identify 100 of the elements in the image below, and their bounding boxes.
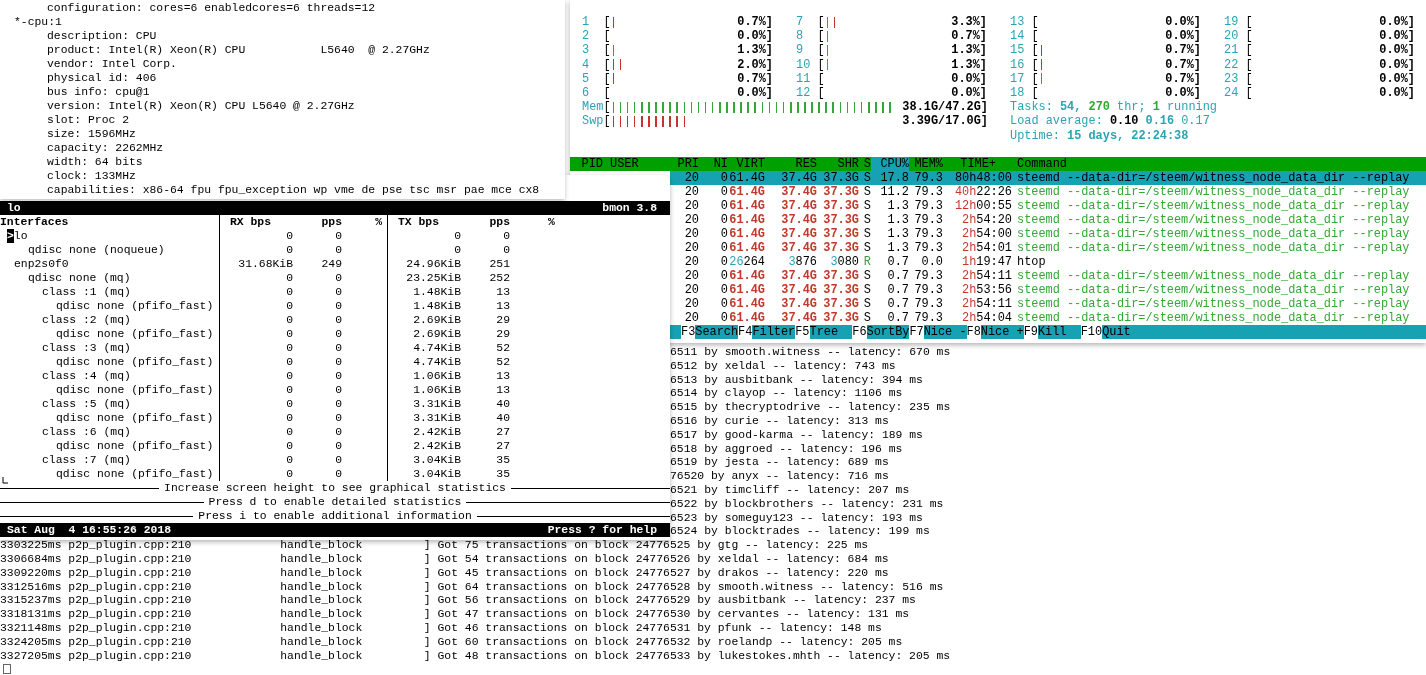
cpu-label: 6 [582, 85, 591, 101]
column-header[interactable]: S [859, 156, 871, 171]
function-key[interactable]: F8Nice + [966, 324, 1024, 339]
mem-cell-text: 79.3 [913, 268, 943, 283]
column-header[interactable]: SHR [817, 156, 859, 171]
log-line: 3321148ms p2p_plugin.cpp:210 handle_block ] Got 46 transactions on block 24776531 by pfunk -- latency: 148 ms [0, 621, 883, 636]
meter-bracket: [ [1245, 29, 1253, 44]
nice-cell-text: 0 [719, 296, 728, 311]
meter-bracket: [ [603, 71, 611, 86]
interface-name[interactable]: qdisc none (pfifo_fast) [56, 299, 214, 313]
column-header[interactable]: MEM% [909, 156, 943, 171]
time-cell-text: 12h00:55 [953, 198, 1012, 213]
function-key[interactable]: F3Search [681, 324, 739, 339]
cpu-label: 23 [1224, 71, 1240, 86]
interface-name[interactable]: qdisc none (pfifo_fast) [56, 355, 214, 369]
table-cell-text: 0 [334, 383, 342, 397]
log-line: 6521 by timcliff -- latency: 207 ms [670, 483, 911, 498]
function-key[interactable]: F6SortBy [852, 324, 910, 339]
interface-name[interactable]: class :7 (mq) [42, 453, 131, 467]
process-row[interactable]: 20 0 61.4G 37.4G 37.3G S 1.3 79.3 2h54:00 steemd --data-dir=/steem/witness_node_data_dir --replay [670, 226, 1426, 241]
table-cell-text: 52 [495, 341, 510, 355]
memory-cell-text: 37.3G [822, 212, 859, 227]
table-cell-text: 27 [495, 425, 510, 439]
interface-name[interactable]: class :1 (mq) [42, 285, 131, 299]
interface-name[interactable]: class :5 (mq) [42, 397, 131, 411]
cpu-cell-text: 0.7 [886, 296, 909, 311]
function-key[interactable]: F7Nice - [909, 324, 967, 339]
time-cell-text: 2h54:00 [961, 226, 1012, 241]
command-cell-text: steemd --data-dir=/steem/witness_node_data_dir --replay [1016, 170, 1410, 185]
time-cell-text: 1h19:47 [961, 254, 1012, 269]
memory-cell-text: 37.4G [780, 268, 817, 283]
cpu-label: 7 [796, 15, 805, 30]
table-cell-text: 0 [334, 271, 342, 285]
process-row[interactable]: 20 0 61.4G 37.4G 37.3G S 0.7 79.3 2h53:56 steemd --data-dir=/steem/witness_node_data_dir --replay [670, 282, 1426, 297]
log-line: 6511 by smooth.witness -- latency: 670 ms [670, 346, 952, 360]
cpu-cell-text: 1.3 [886, 240, 909, 255]
column-header[interactable]: TIME+ [943, 156, 1012, 171]
column-header[interactable]: Command [1012, 156, 1067, 171]
column-header[interactable]: USER [603, 156, 671, 171]
meter-bracket: [ [817, 43, 825, 58]
table-cell-text: 0 [334, 397, 342, 411]
column-header[interactable]: PRI [671, 156, 699, 171]
table-cell-text: 0 [334, 243, 342, 257]
interface-name[interactable]: qdisc none (pfifo_fast) [56, 467, 214, 481]
process-row[interactable]: 20 0 61.4G 37.4G 37.3G S 0.7 79.3 2h54:11 steemd --data-dir=/steem/witness_node_data_dir --replay [670, 268, 1426, 283]
process-row[interactable]: 20 0 61.4G 37.4G 37.3G S 0.7 79.3 2h54:04 steemd --data-dir=/steem/witness_node_data_dir --replay [670, 310, 1426, 325]
cpu-percent: 0.0%] [1379, 85, 1415, 101]
interface-name[interactable]: qdisc none (pfifo_fast) [56, 439, 214, 453]
process-row[interactable]: 20 0 26264 3876 3080 R 0.7 0.0 1h19:47 htop [670, 254, 1426, 269]
cpu-percent: 0.0%] [1165, 15, 1201, 30]
table-cell-text: 0 [285, 439, 293, 453]
state-cell-text: S [862, 310, 871, 325]
state-cell-text: S [862, 268, 871, 283]
interface-name[interactable]: qdisc none (pfifo_fast) [56, 383, 214, 397]
column-header[interactable]: RES [765, 156, 817, 171]
cpu-label: 19 [1224, 15, 1240, 30]
table-cell-text: 0 [285, 369, 293, 383]
log-line: 3303225ms p2p_plugin.cpp:210 handle_block ] Got 75 transactions on block 24776525 by gtg -- latency: 225 ms [0, 539, 870, 553]
property-line: clock: 133MHz [46, 169, 137, 183]
interface-name[interactable]: class :6 (mq) [42, 425, 131, 439]
column-header[interactable]: VIRT [728, 156, 765, 171]
process-row[interactable]: 20 0 61.4G 37.4G 37.3G S 1.3 79.3 12h00:55 steemd --data-dir=/steem/witness_node_data_dir --replay [670, 198, 1426, 213]
meter-bracket: [ [1031, 71, 1039, 86]
status-label: Load average: [1010, 114, 1103, 129]
interface-name[interactable]: enp2s0f0 [14, 257, 69, 271]
function-key[interactable]: F9Kill [1023, 324, 1081, 339]
log-line: 6522 by blockbrothers -- latency: 231 ms [670, 497, 945, 512]
process-row[interactable]: 20 0 61.4G 37.4G 37.3G S 0.7 79.3 2h54:11 steemd --data-dir=/steem/witness_node_data_dir --replay [670, 296, 1426, 311]
meter-bracket: [ [1031, 57, 1039, 72]
time-cell-text: 2h54:11 [961, 268, 1012, 283]
column-header[interactable]: CPU% [871, 156, 909, 171]
process-row[interactable]: 20 0 61.4G 37.4G 37.3G S 11.2 79.3 40h22:26 steemd --data-dir=/steem/witness_node_data_dir --replay [670, 184, 1426, 199]
nice-cell-text: 0 [719, 184, 728, 199]
memory-cell: 61.4G [728, 310, 765, 325]
table-cell-text: 3.31KiB [412, 397, 461, 411]
clock-text: Sat Aug 4 16:55:26 2018 [7, 523, 172, 537]
table-cell-text: 0 [334, 453, 342, 467]
interface-name[interactable]: class :4 (mq) [42, 369, 131, 383]
memory-cell-text: 37.4G [780, 212, 817, 227]
process-row[interactable]: 20 0 61.4G 37.4G 37.3G S 1.3 79.3 2h54:01 steemd --data-dir=/steem/witness_node_data_dir --replay [670, 240, 1426, 255]
function-key[interactable]: F10Quit [1080, 324, 1145, 339]
column-header[interactable]: NI [699, 156, 728, 171]
process-row[interactable]: 20 0 61.4G 37.4G 37.3G S 1.3 79.3 2h54:20 steemd --data-dir=/steem/witness_node_data_dir --replay [670, 212, 1426, 227]
function-key[interactable]: F5Tree [795, 324, 853, 339]
interface-name[interactable]: qdisc none (pfifo_fast) [56, 327, 214, 341]
interface-name[interactable]: class :3 (mq) [42, 341, 131, 355]
function-key[interactable]: F4Filter [738, 324, 796, 339]
property-line: description: CPU [46, 29, 158, 43]
log-line: 3315237ms p2p_plugin.cpp:210 handle_block ] Got 56 transactions on block 24776529 by ausbitbank -- latency: 237 ms [0, 594, 917, 609]
interface-name[interactable]: qdisc none (noqueue) [28, 243, 165, 257]
meter-bracket: [ [1245, 57, 1253, 72]
table-cell-text: 3.31KiB [412, 411, 461, 425]
table-cell-text: 0 [334, 369, 342, 383]
interface-name[interactable]: class :2 (mq) [42, 313, 131, 327]
cpu-percent: 0.0%] [737, 29, 773, 44]
column-header[interactable]: PID [575, 156, 603, 171]
memory-cell-text: 37.3G [822, 240, 859, 255]
interface-name[interactable]: qdisc none (pfifo_fast) [56, 411, 214, 425]
cpu-label: 4 [582, 57, 591, 72]
interface-name[interactable]: qdisc none (mq) [28, 271, 131, 285]
